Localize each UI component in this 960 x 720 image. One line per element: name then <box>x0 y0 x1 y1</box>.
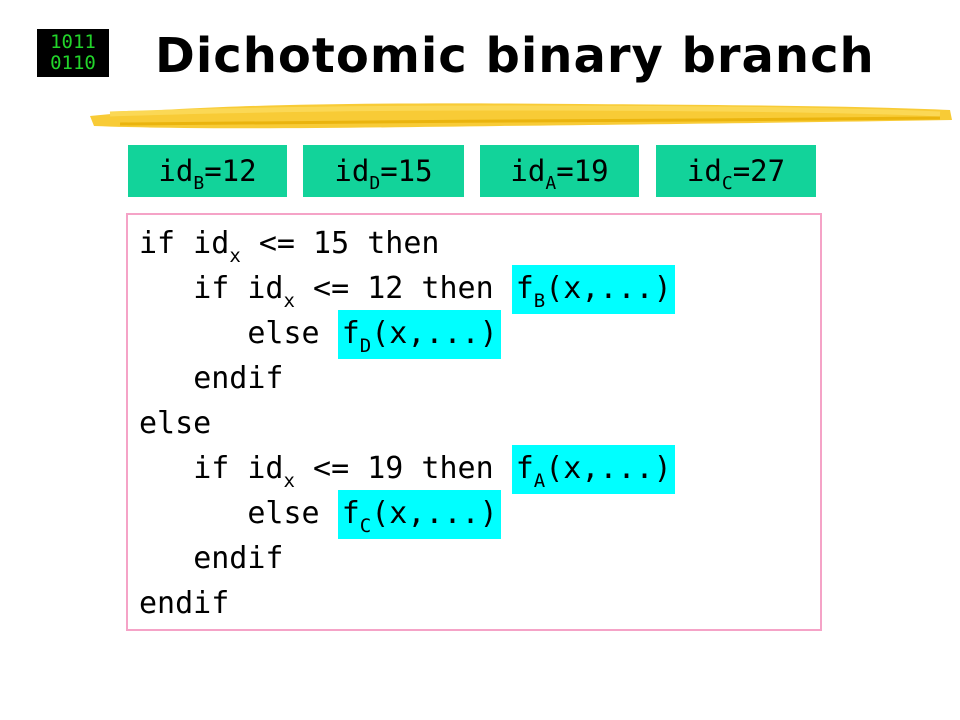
logo-line-2: 0110 <box>50 52 96 74</box>
code-line-3: else fD(x,...) <box>139 310 501 359</box>
logo-line-1: 1011 <box>50 31 96 53</box>
function-call-fd: fD(x,...) <box>337 310 501 359</box>
id-box-a: idA=19 <box>480 145 639 197</box>
code-line-5: else <box>139 406 212 441</box>
code-line-4: endif <box>193 361 284 396</box>
function-call-fa: fA(x,...) <box>511 445 675 494</box>
binary-logo: 1011 0110 <box>37 29 109 77</box>
code-line-6: if idx <= 19 then fA(x,...) <box>139 445 675 494</box>
code-line-7: else fC(x,...) <box>139 490 501 539</box>
id-box-b: idB=12 <box>128 145 287 197</box>
code-line-9: endif <box>139 586 230 621</box>
code-line-2: if idx <= 12 then fB(x,...) <box>139 265 675 314</box>
function-call-fb: fB(x,...) <box>511 265 675 314</box>
id-box-d: idD=15 <box>303 145 464 197</box>
id-box-c: idC=27 <box>656 145 816 197</box>
code-line-1: if idx <= 15 then <box>139 226 440 267</box>
function-call-fc: fC(x,...) <box>337 490 501 539</box>
highlighter-stroke <box>90 103 952 129</box>
slide-title: Dichotomic binary branch <box>155 28 875 84</box>
code-line-8: endif <box>193 541 284 576</box>
